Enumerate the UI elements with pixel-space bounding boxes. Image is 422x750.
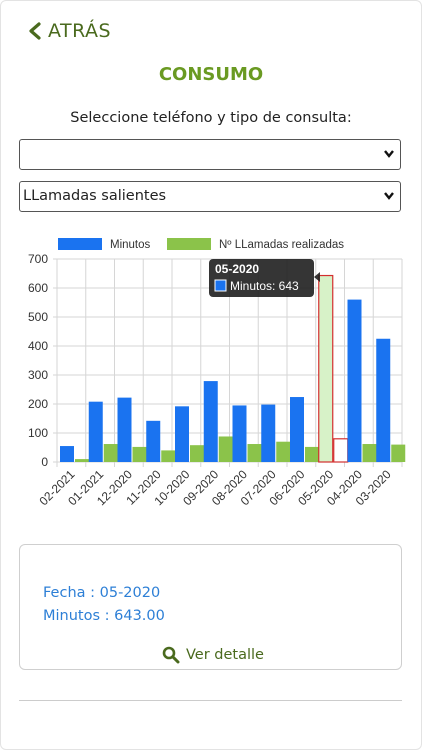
detail-fecha: Fecha : 05-2020 <box>43 585 161 601</box>
bar-minutos <box>60 446 74 462</box>
bar-minutos <box>88 401 103 462</box>
bar-minutos <box>232 405 247 462</box>
y-tick-label: 700 <box>28 252 48 266</box>
bar-llamadas <box>391 444 406 462</box>
bar-llamadas <box>305 446 319 462</box>
bar-minutos <box>347 299 362 462</box>
bar-minutos <box>175 406 189 462</box>
back-label: ATRÁS <box>48 20 112 42</box>
back-button[interactable]: ATRÁS <box>28 20 111 42</box>
y-tick-label: 200 <box>28 397 48 411</box>
detail-card: Fecha : 05-2020 Minutos : 643.00 Ver det… <box>19 544 402 670</box>
ver-detalle-link[interactable]: Ver detalle <box>162 646 264 664</box>
bar-minutos <box>117 397 132 462</box>
chevron-left-icon <box>29 22 41 40</box>
bar-minutos <box>146 420 161 462</box>
search-icon <box>162 646 180 664</box>
chevron-down-icon <box>384 150 394 158</box>
tooltip-arrow <box>314 272 320 282</box>
chevron-down-icon <box>384 192 394 200</box>
ver-detalle-label: Ver detalle <box>186 647 264 663</box>
y-tick-label: 600 <box>28 281 48 295</box>
bar-llamadas <box>75 459 89 462</box>
y-tick-label: 400 <box>28 339 48 353</box>
tooltip-swatch <box>214 279 227 292</box>
bar-llamadas <box>190 445 204 462</box>
query-type-select[interactable]: LLamadas salientes <box>19 181 401 212</box>
bar-llamadas <box>333 438 349 463</box>
legend-swatch <box>167 238 211 250</box>
bar-llamadas <box>218 436 233 462</box>
page-title: CONSUMO <box>158 64 264 85</box>
bar-minutos <box>376 338 391 462</box>
bar-llamadas <box>362 444 377 462</box>
detail-minutos: Minutos : 643.00 <box>43 608 165 624</box>
bar-minutos <box>261 404 276 462</box>
tooltip-title: 05-2020 <box>215 262 259 276</box>
bar-minutos <box>318 274 334 463</box>
legend-swatch <box>58 238 102 250</box>
y-tick-label: 300 <box>28 368 48 382</box>
bar-llamadas <box>276 441 291 462</box>
bar-llamadas <box>103 444 118 462</box>
y-tick-label: 100 <box>28 426 48 440</box>
y-tick-label: 0 <box>41 455 48 469</box>
legend-label: Minutos <box>110 239 151 251</box>
legend-label: Nº LLamadas realizadas <box>219 239 344 251</box>
bar-minutos <box>203 381 218 462</box>
bar-llamadas <box>161 450 176 462</box>
phone-select[interactable] <box>19 139 401 170</box>
consumption-chart[interactable]: 0 100 200 300 400 500 600 700 Minutos Nº LLamadas… <box>0 228 422 528</box>
tooltip-label: Minutos: 643 <box>230 279 299 293</box>
query-type-value: LLamadas salientes <box>23 188 167 204</box>
bar-llamadas <box>132 446 147 462</box>
divider <box>19 700 402 701</box>
bar-minutos <box>290 397 304 462</box>
y-tick-label: 500 <box>28 310 48 324</box>
query-prompt: Seleccione teléfono y tipo de consulta: <box>70 110 352 126</box>
bar-llamadas <box>247 444 262 462</box>
